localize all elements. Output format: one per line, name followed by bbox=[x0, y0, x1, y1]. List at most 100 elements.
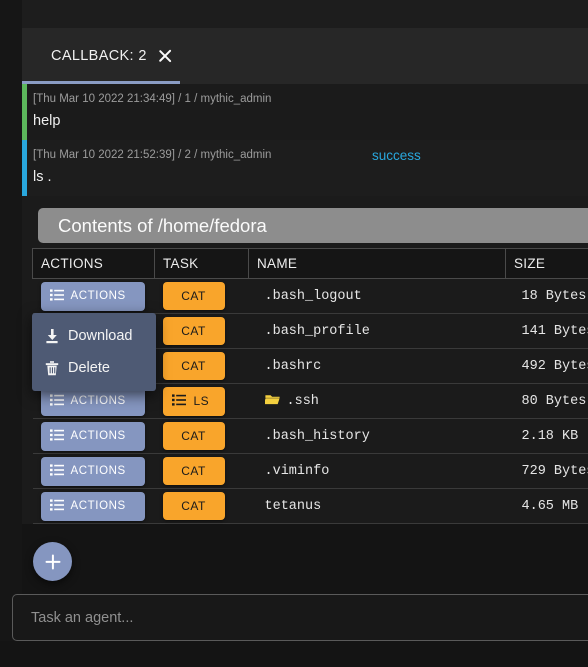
table-row[interactable]: ACTIONS CAT .bash_logout 18 Bytes bbox=[32, 278, 588, 314]
dropdown-item-delete[interactable]: Delete bbox=[32, 352, 156, 384]
row-task-label: LS bbox=[193, 394, 210, 408]
file-size: 80 Bytes bbox=[521, 393, 587, 409]
row-task-button[interactable]: CAT bbox=[162, 282, 225, 310]
cell-name: .bashrc bbox=[248, 348, 506, 384]
row-actions-label: ACTIONS bbox=[70, 395, 126, 407]
table-row[interactable]: ACTIONS CAT tetanus 4.65 MB bbox=[32, 488, 588, 524]
row-task-button[interactable]: CAT bbox=[162, 422, 225, 450]
row-actions-label: ACTIONS bbox=[70, 290, 126, 302]
table-row[interactable]: ACTIONS CAT .bash_history 2.18 KB bbox=[32, 418, 588, 454]
cell-name: tetanus bbox=[248, 488, 506, 524]
row-actions-button[interactable]: ACTIONS bbox=[40, 456, 145, 486]
table-header-row: ACTIONS TASK NAME SIZE bbox=[32, 248, 588, 279]
list-icon bbox=[171, 393, 186, 409]
cell-name: .ssh bbox=[248, 383, 506, 419]
file-name: .bash_history bbox=[264, 428, 370, 444]
row-task-label: CAT bbox=[181, 429, 206, 443]
task-feed: [Thu Mar 10 2022 21:34:49] / 1 / mythic_… bbox=[22, 84, 588, 533]
task-meta-text: [Thu Mar 10 2022 21:52:39] / 2 / mythic_… bbox=[33, 149, 272, 161]
row-task-button[interactable]: CAT bbox=[162, 352, 225, 380]
add-task-button[interactable] bbox=[33, 542, 72, 581]
cell-task: CAT bbox=[154, 278, 249, 314]
column-header-size[interactable]: SIZE bbox=[505, 248, 588, 279]
row-task-label: CAT bbox=[181, 359, 206, 373]
trash-icon bbox=[45, 360, 59, 376]
bottom-filler bbox=[0, 641, 588, 667]
task-meta-text: [Thu Mar 10 2022 21:34:49] / 1 / mythic_… bbox=[33, 93, 272, 105]
row-task-label: CAT bbox=[181, 289, 206, 303]
row-task-label: CAT bbox=[181, 464, 206, 478]
file-name: .bash_profile bbox=[264, 323, 370, 339]
task-input-container bbox=[12, 594, 588, 641]
dropdown-item-label: Delete bbox=[68, 360, 110, 376]
table-row[interactable]: ACTIONS CAT .viminfo 729 Bytes bbox=[32, 453, 588, 489]
file-name: tetanus bbox=[264, 498, 322, 514]
list-icon bbox=[49, 498, 64, 514]
row-task-button[interactable]: LS bbox=[162, 386, 225, 416]
task-meta-row: [Thu Mar 10 2022 21:34:49] / 1 / mythic_… bbox=[22, 84, 588, 113]
cell-size: 2.18 KB bbox=[505, 418, 588, 454]
cell-task: CAT bbox=[154, 313, 249, 349]
row-task-button[interactable]: CAT bbox=[162, 317, 225, 345]
task-meta-row: [Thu Mar 10 2022 21:52:39] / 2 / mythic_… bbox=[22, 140, 588, 169]
cell-name: .viminfo bbox=[248, 453, 506, 489]
cell-task: LS bbox=[154, 383, 249, 419]
callback-console-window: CALLBACK: 2 [Thu Mar 10 2022 21:34:49] /… bbox=[0, 0, 588, 667]
file-name: .bashrc bbox=[264, 358, 322, 374]
row-actions-button[interactable]: ACTIONS bbox=[40, 281, 145, 311]
file-size: 729 Bytes bbox=[521, 463, 588, 479]
cell-name: .bash_profile bbox=[248, 313, 506, 349]
close-icon[interactable] bbox=[158, 49, 173, 64]
file-browser-header: Contents of /home/fedora bbox=[38, 208, 588, 243]
task-command: ls . bbox=[33, 169, 52, 185]
row-actions-label: ACTIONS bbox=[70, 430, 126, 442]
file-size: 141 Bytes bbox=[521, 323, 588, 339]
column-header-actions[interactable]: ACTIONS bbox=[32, 248, 155, 279]
file-size: 492 Bytes bbox=[521, 358, 588, 374]
row-actions-label: ACTIONS bbox=[70, 465, 126, 477]
cell-name: .bash_logout bbox=[248, 278, 506, 314]
file-size: 4.65 MB bbox=[521, 498, 579, 514]
tab-bar: CALLBACK: 2 bbox=[22, 28, 588, 84]
row-task-button[interactable]: CAT bbox=[162, 492, 225, 520]
column-header-name[interactable]: NAME bbox=[248, 248, 506, 279]
folder-icon bbox=[263, 393, 280, 410]
top-strip bbox=[22, 0, 588, 28]
row-actions-button[interactable]: ACTIONS bbox=[40, 421, 145, 451]
dropdown-item-download[interactable]: Download bbox=[32, 320, 156, 352]
actions-dropdown-menu: Download Delete bbox=[32, 313, 156, 391]
file-name: .bash_logout bbox=[264, 288, 362, 304]
task-input[interactable] bbox=[12, 594, 588, 641]
cell-size: 80 Bytes bbox=[505, 383, 588, 419]
task-command: help bbox=[33, 113, 61, 129]
list-icon bbox=[49, 428, 64, 444]
file-name: .viminfo bbox=[264, 463, 330, 479]
row-task-label: CAT bbox=[181, 324, 206, 338]
file-size: 2.18 KB bbox=[521, 428, 579, 444]
cell-actions: ACTIONS bbox=[32, 418, 155, 454]
column-header-task[interactable]: TASK bbox=[154, 248, 249, 279]
cell-name: .bash_history bbox=[248, 418, 506, 454]
row-actions-label: ACTIONS bbox=[70, 500, 126, 512]
cell-size: 492 Bytes bbox=[505, 348, 588, 384]
cell-task: CAT bbox=[154, 453, 249, 489]
list-icon bbox=[49, 463, 64, 479]
cell-actions: ACTIONS bbox=[32, 453, 155, 489]
file-size: 18 Bytes bbox=[521, 288, 587, 304]
tab-label: CALLBACK: 2 bbox=[51, 48, 147, 64]
left-rail bbox=[0, 0, 22, 667]
list-icon bbox=[49, 288, 64, 304]
row-task-label: CAT bbox=[181, 499, 206, 513]
row-actions-button[interactable]: ACTIONS bbox=[40, 491, 145, 521]
task-entry[interactable]: [Thu Mar 10 2022 21:34:49] / 1 / mythic_… bbox=[22, 84, 588, 140]
cell-task: CAT bbox=[154, 348, 249, 384]
status-badge: success bbox=[372, 148, 421, 163]
cell-actions: ACTIONS bbox=[32, 278, 155, 314]
tab-callback-2[interactable]: CALLBACK: 2 bbox=[22, 28, 180, 84]
cell-task: CAT bbox=[154, 418, 249, 454]
task-accent-bar bbox=[22, 84, 27, 140]
cell-task: CAT bbox=[154, 488, 249, 524]
cell-size: 729 Bytes bbox=[505, 453, 588, 489]
cell-size: 141 Bytes bbox=[505, 313, 588, 349]
row-task-button[interactable]: CAT bbox=[162, 457, 225, 485]
